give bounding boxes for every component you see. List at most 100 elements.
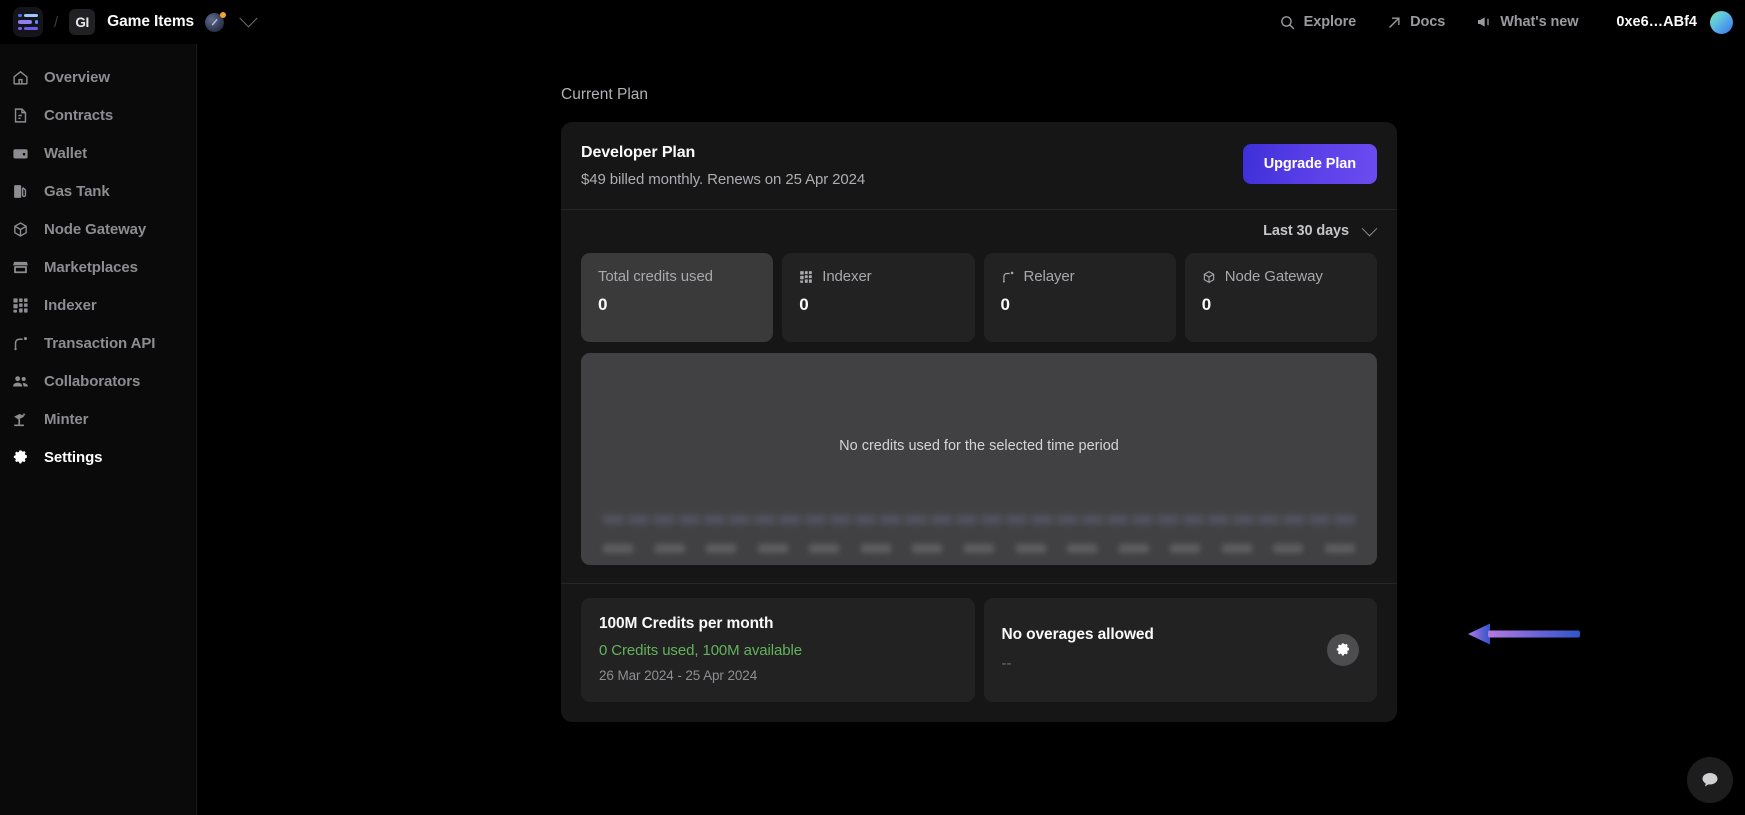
whats-new-link[interactable]: What's new [1476, 14, 1579, 30]
overages-settings-button[interactable] [1327, 634, 1359, 666]
credits-card: 100M Credits per month 0 Credits used, 1… [581, 598, 975, 702]
sidebar-item-node-gateway[interactable]: Node Gateway [0, 210, 196, 248]
sidebar-item-marketplaces[interactable]: Marketplaces [0, 248, 196, 286]
stat-header: Indexer [799, 268, 957, 285]
plan-billing-info: $49 billed monthly. Renews on 25 Apr 202… [581, 171, 866, 188]
whats-new-label: What's new [1500, 14, 1579, 30]
cube-icon [1203, 270, 1214, 283]
sidebar-item-indexer[interactable]: Indexer [0, 286, 196, 324]
arbitrum-chain-icon [205, 11, 227, 32]
left-pointing-arrow-annotation [1468, 623, 1580, 645]
breadcrumb-separator: / [54, 13, 59, 31]
sidebar-item-label: Marketplaces [44, 258, 138, 276]
grid-blocks-icon [13, 297, 28, 313]
top-bar: / GI Game Items Explore Docs What's new [0, 0, 1745, 44]
plan-title: Developer Plan [581, 144, 696, 161]
sidebar-item-settings[interactable]: Settings [0, 438, 196, 476]
sidebar-item-label: Contracts [44, 106, 114, 124]
stat-header: Node Gateway [1202, 268, 1360, 285]
overages-card-value: -- [1001, 655, 1012, 672]
gear-icon [1336, 643, 1349, 656]
plan-card: Developer Plan $49 billed monthly. Renew… [561, 122, 1397, 722]
chart-placeholder-axis-labels [603, 544, 1355, 553]
chart-placeholder-bars [603, 515, 1356, 524]
avatar[interactable] [1710, 10, 1733, 34]
divider [561, 583, 1397, 584]
stat-value: 0 [598, 295, 608, 314]
plan-header: Developer Plan $49 billed monthly. Renew… [581, 144, 1377, 188]
docs-link[interactable]: Docs [1387, 14, 1445, 30]
plan-info: Developer Plan $49 billed monthly. Renew… [581, 144, 865, 188]
sidebar-item-collaborators[interactable]: Collaborators [0, 362, 196, 400]
stat-value: 0 [799, 295, 809, 314]
overages-card: No overages allowed -- [983, 598, 1377, 702]
usage-stats-row: Total credits used 0 Indexer 0 Relayer 0… [581, 253, 1377, 342]
sidebar-item-overview[interactable]: Overview [0, 58, 196, 96]
stat-label: Relayer [1023, 268, 1075, 285]
plan-details-row: 100M Credits per month 0 Credits used, 1… [581, 598, 1377, 702]
chevron-down-icon [1361, 220, 1378, 236]
home-icon [13, 70, 28, 85]
stat-label: Total credits used [598, 268, 713, 285]
sidebar-item-label: Gas Tank [44, 182, 110, 200]
upgrade-plan-button[interactable]: Upgrade Plan [1242, 144, 1377, 184]
minter-icon [14, 412, 26, 426]
sidebar-item-transaction-api[interactable]: Transaction API [0, 324, 196, 362]
stat-label: Indexer [822, 268, 872, 285]
overages-card-title: No overages allowed [1001, 626, 1154, 643]
transaction-icon [14, 336, 28, 350]
wallet-icon [13, 148, 28, 158]
sidebar-item-gas-tank[interactable]: Gas Tank [0, 172, 196, 210]
stat-header: Relayer [1001, 268, 1159, 285]
explore-link[interactable]: Explore [1279, 14, 1357, 31]
storefront-icon [13, 261, 28, 273]
sidebar-item-label: Indexer [44, 296, 97, 314]
date-range-label: Last 30 days [1263, 223, 1349, 239]
stat-card-relayer[interactable]: Relayer 0 [983, 253, 1176, 342]
docs-label: Docs [1410, 14, 1446, 30]
stat-value: 0 [1201, 295, 1212, 314]
chat-widget-button[interactable] [1687, 757, 1733, 803]
chart-empty-message: No credits used for the selected time pe… [839, 438, 1119, 454]
menu-list-logo-icon[interactable] [13, 7, 43, 37]
sidebar-item-wallet[interactable]: Wallet [0, 134, 196, 172]
sidebar: Overview Contracts Wallet Gas Tank Node … [0, 44, 197, 815]
credits-card-usage: 0 Credits used, 100M available [599, 642, 802, 659]
contract-icon [14, 107, 27, 123]
main-content: Current Plan Developer Plan $49 billed m… [197, 44, 1745, 815]
stat-card-node-gateway[interactable]: Node Gateway 0 [1184, 253, 1377, 342]
sidebar-item-label: Collaborators [44, 372, 141, 390]
sidebar-item-label: Node Gateway [44, 220, 147, 238]
project-badge[interactable]: GI [69, 9, 96, 35]
chevron-down-icon[interactable] [239, 8, 258, 27]
chat-bubble-icon [1702, 773, 1718, 787]
sidebar-item-label: Settings [44, 448, 103, 466]
topbar-left-group: / GI Game Items [0, 7, 258, 37]
credits-card-period: 26 Mar 2024 - 25 Apr 2024 [599, 668, 758, 683]
page-title: Game Items [107, 13, 195, 30]
sidebar-item-minter[interactable]: Minter [0, 400, 196, 438]
stat-label: Node Gateway [1224, 268, 1323, 285]
sidebar-item-contracts[interactable]: Contracts [0, 96, 196, 134]
date-range-selector[interactable]: Last 30 days [581, 210, 1378, 239]
gas-pump-icon [14, 184, 27, 198]
section-label-current-plan: Current Plan [561, 86, 649, 103]
search-icon [1280, 15, 1295, 29]
megaphone-icon [1478, 17, 1489, 27]
topbar-right-group: Explore Docs What's new 0xe6…ABf4 [1248, 10, 1745, 34]
external-link-arrow-icon [1389, 16, 1400, 28]
usage-chart: No credits used for the selected time pe… [581, 353, 1377, 565]
sidebar-item-label: Overview [44, 68, 110, 86]
stat-card-indexer[interactable]: Indexer 0 [782, 253, 975, 342]
stat-card-total-credits-used[interactable]: Total credits used 0 [581, 253, 774, 342]
wallet-address[interactable]: 0xe6…ABf4 [1616, 14, 1697, 30]
stat-value: 0 [1000, 295, 1010, 314]
people-icon [13, 375, 28, 386]
notification-dot-icon [220, 11, 227, 18]
sidebar-item-label: Transaction API [44, 334, 156, 352]
stat-header: Total credits used [598, 268, 756, 285]
grid-blocks-icon [800, 270, 813, 283]
sidebar-item-label: Minter [44, 410, 89, 428]
explore-label: Explore [1303, 14, 1357, 30]
cube-icon [14, 221, 27, 237]
